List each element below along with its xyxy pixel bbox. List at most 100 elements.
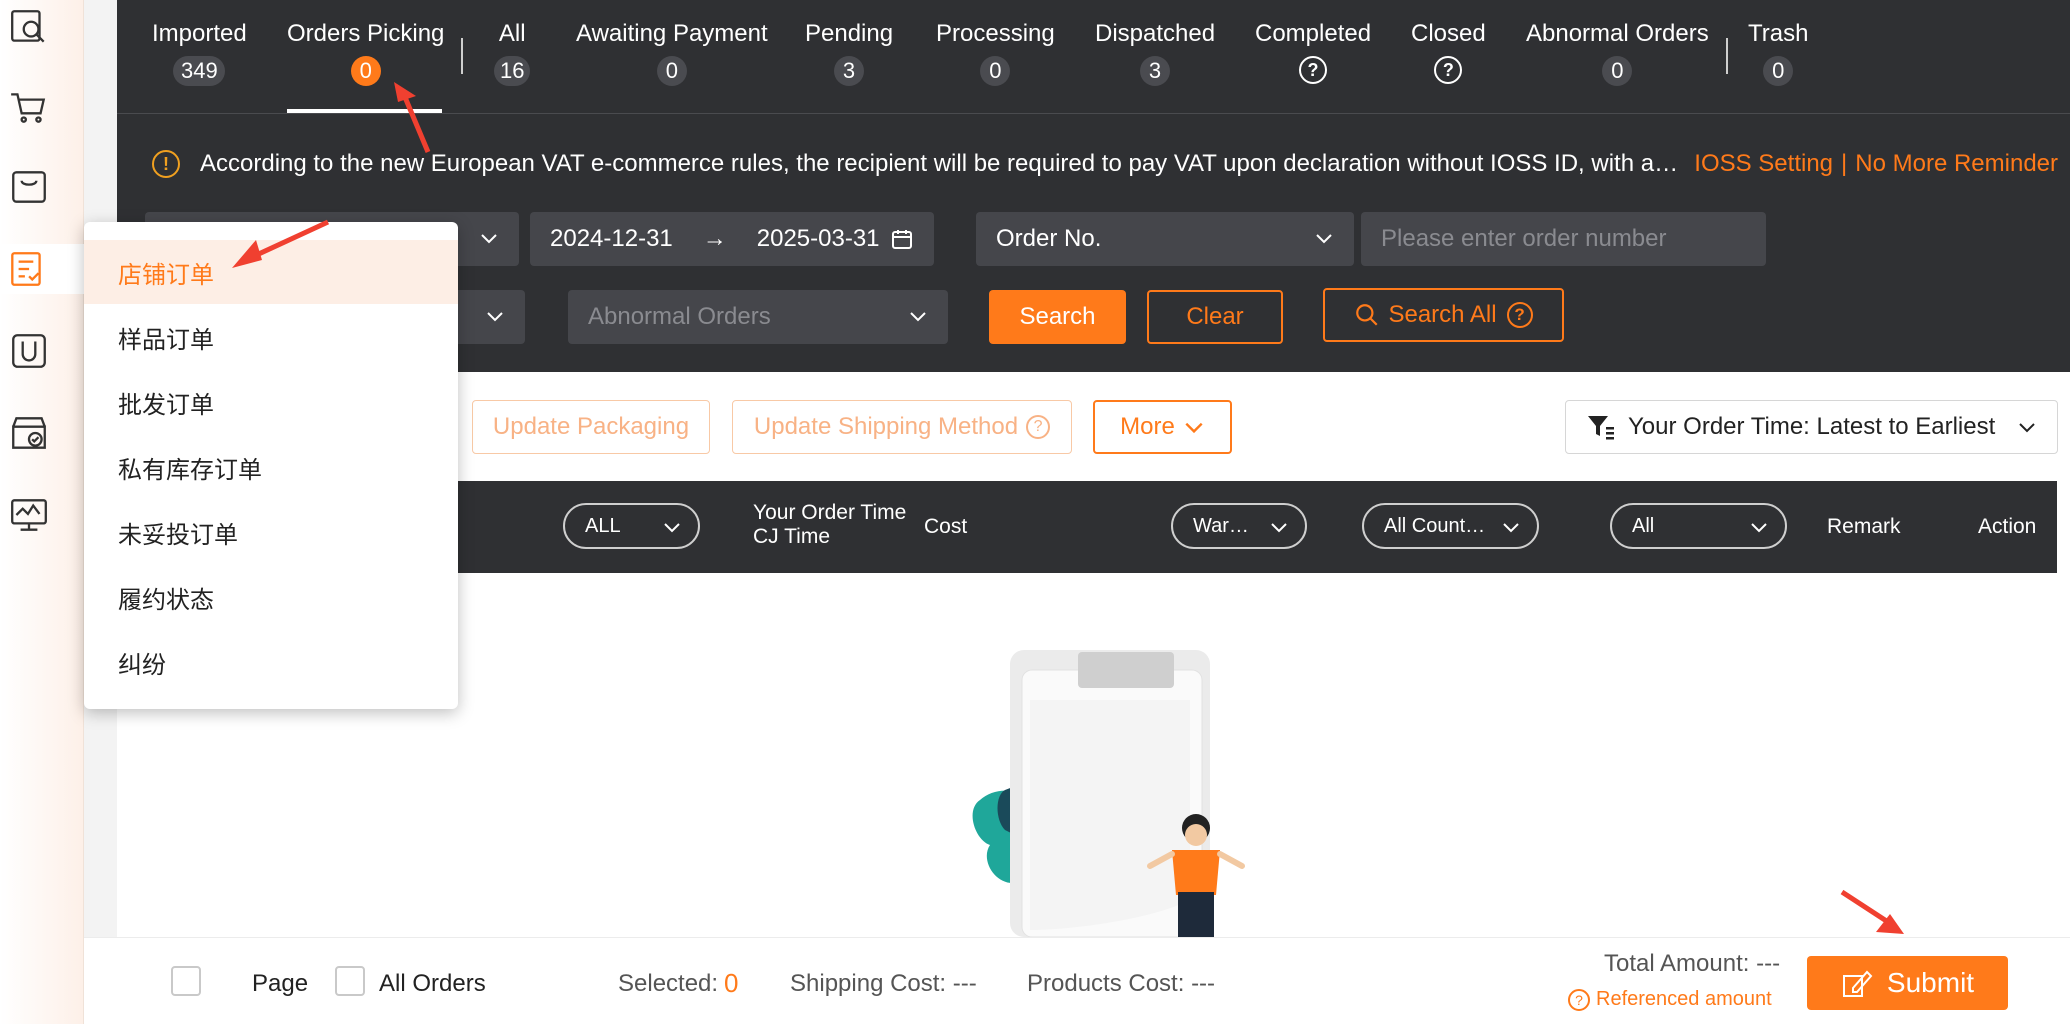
vat-notice: ! According to the new European VAT e-co…	[117, 140, 2070, 188]
tab-abnormal-orders[interactable]: Abnormal Orders 0	[1526, 20, 1709, 86]
menu-item-private-inventory-orders[interactable]: 私有库存订单	[84, 435, 458, 499]
search-type-select[interactable]: Order No.	[976, 212, 1354, 266]
tab-label: Awaiting Payment	[576, 20, 768, 47]
notice-text: According to the new European VAT e-comm…	[200, 150, 1679, 177]
search-icon	[1356, 304, 1378, 326]
menu-item-store-orders[interactable]: 店铺订单	[84, 240, 458, 304]
empty-state-illustration	[972, 650, 1245, 937]
chevron-down-icon	[1503, 523, 1519, 533]
tab-count: 3	[834, 56, 865, 86]
cost-header: Cost	[924, 515, 968, 538]
abnormal-orders-placeholder: Abnormal Orders	[588, 303, 771, 330]
abnormal-orders-select[interactable]: Abnormal Orders	[568, 290, 948, 344]
tab-divider	[461, 38, 463, 74]
pill-label: All Count…	[1384, 514, 1486, 537]
products-cost: Products Cost: ---	[1027, 970, 1216, 997]
update-packaging-button[interactable]: Update Packaging	[472, 400, 710, 454]
more-label: More	[1120, 413, 1175, 440]
shield-doc-icon[interactable]	[4, 326, 54, 376]
warehouse-filter-pill[interactable]: War…	[1171, 503, 1307, 549]
tab-imported[interactable]: Imported 349	[152, 20, 247, 86]
edit-doc-icon	[1842, 970, 1873, 997]
chevron-down-icon	[664, 523, 680, 533]
all-filter-pill[interactable]: ALL	[563, 503, 700, 549]
tab-trash[interactable]: Trash 0	[1748, 20, 1808, 86]
order-number-placeholder: Please enter order number	[1381, 225, 1667, 252]
referenced-amount-link[interactable]: ? Referenced amount	[1568, 988, 1772, 1011]
tab-count: 3	[1140, 56, 1171, 86]
orders-list-icon[interactable]	[0, 244, 84, 294]
search-all-button[interactable]: Search All ?	[1323, 288, 1564, 342]
tab-label: Pending	[805, 20, 894, 47]
tab-awaiting-payment[interactable]: Awaiting Payment 0	[576, 20, 768, 86]
menu-item-fulfillment-status[interactable]: 履约状态	[84, 565, 458, 629]
status-filter-pill[interactable]: All	[1610, 503, 1787, 549]
tab-label: Orders Picking	[287, 20, 445, 47]
monitor-chart-icon[interactable]	[4, 490, 54, 540]
tab-count: 0	[1602, 56, 1633, 86]
tab-count: 16	[494, 56, 531, 86]
tab-count: 0	[656, 56, 687, 86]
tab-label: Dispatched	[1095, 20, 1216, 47]
update-shipping-method-button[interactable]: Update Shipping Method ?	[732, 400, 1072, 454]
referenced-label: Referenced amount	[1596, 988, 1772, 1010]
order-time-header: Your Order Time	[753, 501, 907, 524]
clear-button[interactable]: Clear	[1147, 290, 1283, 344]
cart-icon[interactable]	[4, 82, 54, 132]
date-end: 2025-03-31	[756, 225, 880, 252]
search-orders-icon[interactable]	[4, 2, 54, 52]
tab-count: 0	[980, 56, 1011, 86]
help-icon[interactable]: ?	[1434, 56, 1463, 84]
date-arrow: →	[702, 225, 727, 252]
page-checkbox[interactable]	[171, 966, 201, 996]
tab-completed[interactable]: Completed?	[1255, 20, 1371, 84]
filter-icon	[1588, 416, 1614, 440]
all-orders-checkbox[interactable]	[335, 966, 365, 996]
tab-label: Closed	[1411, 20, 1486, 47]
total-amount: Total Amount: ---	[1604, 950, 1781, 977]
chevron-down-icon	[2019, 423, 2035, 433]
store-check-icon[interactable]	[4, 408, 54, 458]
submit-button[interactable]: Submit	[1807, 956, 2008, 1010]
help-icon[interactable]: ?	[1026, 415, 1051, 439]
chevron-down-icon	[1751, 523, 1767, 533]
search-type-value: Order No.	[996, 225, 1102, 252]
selected-label: Selected:	[618, 970, 719, 997]
country-filter-pill[interactable]: All Count…	[1362, 503, 1539, 549]
date-range-picker[interactable]: 2024-12-31 → 2025-03-31	[530, 212, 934, 266]
tab-divider	[1726, 38, 1728, 74]
menu-item-sample-orders[interactable]: 样品订单	[84, 305, 458, 369]
chevron-down-icon	[1271, 523, 1287, 533]
menu-item-undelivered-orders[interactable]: 未妥投订单	[84, 500, 458, 564]
chevron-down-icon	[1316, 234, 1332, 244]
warning-icon: !	[152, 150, 180, 178]
tab-count: 349	[173, 56, 226, 86]
tab-label: Processing	[936, 20, 1055, 47]
bottom-bar: Page All Orders Selected: 0 Shipping Cos…	[84, 937, 2070, 1024]
pill-label: All	[1632, 514, 1655, 537]
remark-header: Remark	[1827, 515, 1901, 538]
tab-pending[interactable]: Pending 3	[805, 20, 893, 86]
menu-item-disputes[interactable]: 纠纷	[84, 630, 458, 694]
tab-orders-picking[interactable]: Orders Picking 0	[287, 20, 444, 86]
help-icon[interactable]: ?	[1299, 56, 1328, 84]
ioss-setting-link[interactable]: IOSS Setting	[1694, 150, 1833, 177]
tab-all[interactable]: All 16	[494, 20, 531, 86]
more-button[interactable]: More	[1093, 400, 1232, 454]
submit-label: Submit	[1886, 967, 1975, 998]
sort-select[interactable]: Your Order Time: Latest to Earliest	[1565, 400, 2058, 454]
tab-dispatched[interactable]: Dispatched 3	[1095, 20, 1215, 86]
chevron-down-icon	[1185, 422, 1203, 434]
help-icon[interactable]: ?	[1506, 302, 1533, 328]
tab-closed[interactable]: Closed?	[1411, 20, 1486, 84]
page-label: Page	[252, 970, 309, 997]
search-all-label: Search All	[1388, 301, 1497, 328]
tab-processing[interactable]: Processing 0	[936, 20, 1055, 86]
no-more-reminder-link[interactable]: No More Reminder	[1855, 150, 2058, 177]
chevron-down-icon	[487, 312, 503, 322]
menu-item-wholesale-orders[interactable]: 批发订单	[84, 370, 458, 434]
bag-icon[interactable]	[4, 162, 54, 212]
order-number-input[interactable]: Please enter order number	[1361, 212, 1766, 266]
search-button[interactable]: Search	[989, 290, 1126, 344]
tab-label: All	[498, 20, 526, 47]
